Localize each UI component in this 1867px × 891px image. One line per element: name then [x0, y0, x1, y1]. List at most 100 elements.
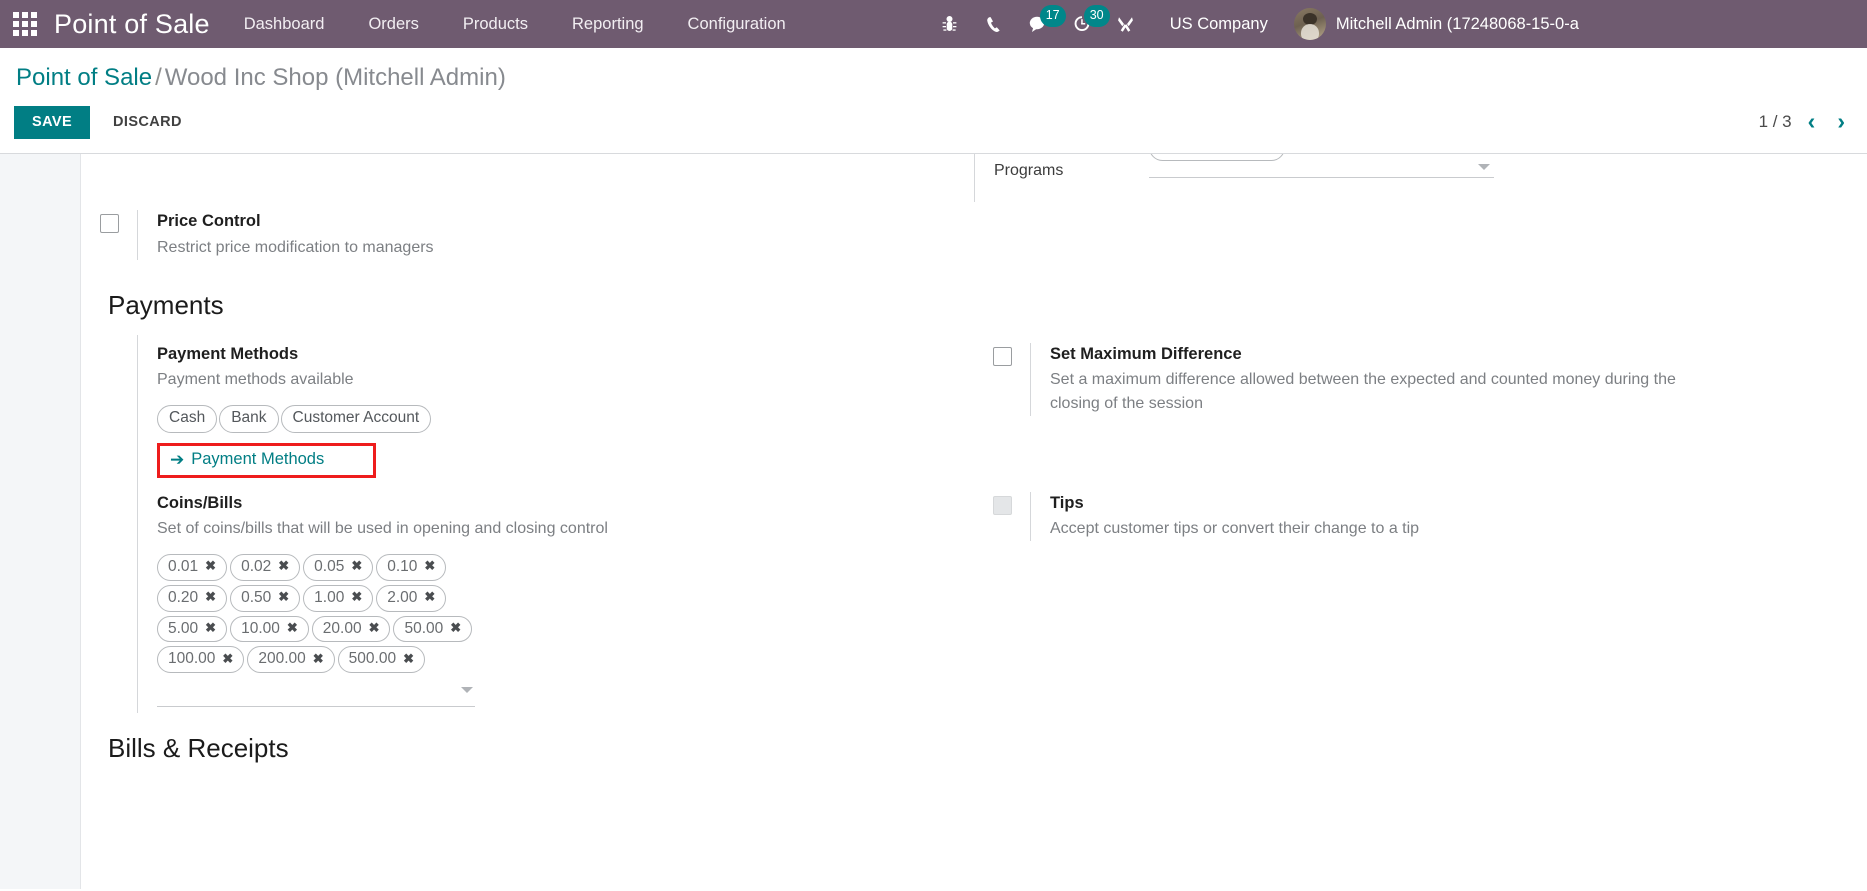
coin-tag[interactable]: 5.00 ✖	[157, 615, 228, 643]
discard-button[interactable]: DISCARD	[96, 106, 199, 140]
close-icon[interactable]: ✖	[424, 589, 435, 605]
payments-row-2: Coins/Bills Set of coins/bills that will…	[81, 483, 1867, 714]
coupon-programs-input[interactable]: 10% Discount ✖	[1149, 154, 1494, 179]
tips-checkbox-cell	[974, 492, 1030, 515]
coin-tag[interactable]: 0.50 ✖	[230, 584, 301, 612]
max-difference-checkbox[interactable]	[992, 346, 1012, 366]
coin-tag[interactable]: 0.02 ✖	[230, 553, 301, 581]
coin-tag[interactable]: 50.00 ✖	[393, 615, 473, 643]
coins-bills-tag-row: 0.01 ✖ 0.02 ✖ 0.05 ✖ 0.10 ✖	[157, 553, 974, 585]
close-icon[interactable]: ✖	[278, 558, 289, 574]
left-gutter	[0, 154, 81, 890]
coin-tag[interactable]: 10.00 ✖	[230, 615, 309, 643]
messages-icon[interactable]: 17	[1016, 0, 1066, 48]
tips-body: Tips Accept customer tips or convert the…	[1030, 491, 1867, 541]
coin-tag[interactable]: 500.00 ✖	[337, 646, 425, 674]
coin-tag-label: 0.20	[168, 588, 199, 606]
close-icon[interactable]: ✖	[403, 651, 414, 667]
menu-item-configuration[interactable]: Configuration	[666, 0, 808, 48]
coin-tag-label: 0.01	[168, 557, 199, 575]
coin-tag[interactable]: 0.10 ✖	[376, 553, 447, 581]
payment-method-tag[interactable]: Bank	[219, 405, 279, 433]
coin-tag[interactable]: 0.05 ✖	[303, 553, 374, 581]
menu-item-dashboard[interactable]: Dashboard	[222, 0, 347, 48]
close-icon[interactable]: ✖	[222, 651, 233, 667]
coin-tag-label: 1.00	[314, 588, 345, 606]
coin-tag[interactable]: 2.00 ✖	[376, 584, 447, 612]
coins-bills-col: Coins/Bills Set of coins/bills that will…	[81, 483, 974, 714]
top-partial-row: Coupon Programs 10% Discount ✖	[81, 154, 1867, 203]
pager-count[interactable]: 1 / 3	[1759, 112, 1792, 132]
coins-bills-title: Coins/Bills	[157, 493, 243, 512]
save-button[interactable]: SAVE	[14, 105, 91, 140]
field-payment-methods: Payment Methods Payment methods availabl…	[137, 334, 974, 484]
price-control-checkbox[interactable]	[99, 214, 119, 234]
user-menu[interactable]: Mitchell Admin (17248068-15-0-a	[1286, 0, 1579, 48]
tips-title: Tips	[1050, 493, 1084, 512]
company-switcher[interactable]: US Company	[1148, 0, 1286, 48]
pager-next-button[interactable]: ›	[1831, 110, 1851, 133]
tips-col: Tips Accept customer tips or convert the…	[974, 484, 1867, 714]
coin-tag[interactable]: 1.00 ✖	[303, 584, 374, 612]
coins-bills-description: Set of coins/bills that will be used in …	[157, 519, 608, 537]
tips-checkbox[interactable]	[992, 495, 1012, 515]
top-left-empty-col	[81, 154, 974, 202]
close-icon[interactable]: ✖	[450, 620, 461, 636]
coin-tag[interactable]: 100.00 ✖	[157, 646, 245, 674]
payment-methods-description: Payment methods available	[157, 371, 354, 389]
close-icon[interactable]: ✖	[205, 620, 216, 636]
menu-item-orders[interactable]: Orders	[346, 0, 440, 48]
price-control-description: Restrict price modification to managers	[157, 238, 434, 256]
close-icon[interactable]: ✖	[351, 558, 362, 574]
price-control-checkbox-cell	[81, 210, 137, 234]
price-control-col: Price Control Restrict price modificatio…	[81, 202, 974, 269]
close-icon[interactable]: ✖	[205, 589, 216, 605]
coins-bills-tags: 0.01 ✖ 0.02 ✖ 0.05 ✖ 0.10 ✖ 0.20 ✖ 0.50 ✖ 1.00 ✖ 2.00…	[157, 553, 974, 677]
coins-bills-input[interactable]	[157, 681, 475, 708]
phone-icon[interactable]	[972, 0, 1016, 48]
close-icon[interactable]: ✖	[313, 651, 324, 667]
close-icon[interactable]: ✖	[278, 589, 289, 605]
menu-item-reporting[interactable]: Reporting	[550, 0, 666, 48]
coin-tag-label: 100.00	[168, 650, 216, 668]
record-action-buttons: SAVE DISCARD	[14, 97, 1853, 154]
close-icon[interactable]: ✖	[351, 589, 362, 605]
activities-clock-icon[interactable]: 30	[1060, 0, 1110, 48]
settings-sheet: Coupon Programs 10% Discount ✖	[81, 154, 1867, 890]
coins-bills-tag-row: 0.20 ✖ 0.50 ✖ 1.00 ✖ 2.00 ✖	[157, 584, 974, 616]
setting-tips: Tips Accept customer tips or convert the…	[974, 484, 1867, 551]
chevron-down-icon[interactable]	[1478, 164, 1490, 171]
close-icon[interactable]: ✖	[287, 620, 298, 636]
payment-methods-internal-link[interactable]: ➔ Payment Methods	[168, 449, 326, 471]
max-difference-title: Set Maximum Difference	[1050, 344, 1242, 363]
arrow-right-icon: ➔	[170, 449, 185, 469]
payment-method-tag[interactable]: Cash	[157, 405, 218, 433]
coin-tag[interactable]: 0.01 ✖	[157, 553, 228, 581]
pager-previous-button[interactable]: ‹	[1802, 110, 1822, 133]
coupon-tag[interactable]: 10% Discount ✖	[1149, 154, 1285, 162]
bug-icon[interactable]	[928, 0, 972, 48]
close-icon[interactable]: ✖	[205, 558, 216, 574]
bills-receipts-section-heading: Bills & Receipts	[108, 733, 289, 764]
close-icon[interactable]: ✖	[424, 558, 435, 574]
max-difference-description: Set a maximum difference allowed between…	[1050, 371, 1676, 413]
close-icon[interactable]: ✖	[369, 620, 380, 636]
coin-tag-label: 200.00	[258, 650, 306, 668]
coin-tag-label: 0.50	[241, 588, 272, 606]
tools-icon[interactable]	[1104, 0, 1148, 48]
chevron-down-icon[interactable]	[461, 687, 473, 694]
breadcrumb-root-link[interactable]: Point of Sale	[16, 64, 152, 91]
coin-tag-label: 0.05	[314, 557, 345, 575]
price-control-row: Price Control Restrict price modificatio…	[81, 202, 1867, 269]
content-area: Coupon Programs 10% Discount ✖	[0, 153, 1867, 890]
breadcrumb: Point of Sale / Wood Inc Shop (Mitchell Ad…	[14, 48, 1853, 97]
menu-item-products[interactable]: Products	[441, 0, 550, 48]
coin-tag[interactable]: 0.20 ✖	[157, 584, 228, 612]
apps-grid-icon[interactable]	[8, 7, 42, 41]
tips-description: Accept customer tips or convert their ch…	[1050, 519, 1420, 537]
payment-method-tag[interactable]: Customer Account	[280, 405, 432, 433]
coin-tag[interactable]: 20.00 ✖	[311, 615, 391, 643]
app-brand-title[interactable]: Point of Sale	[48, 0, 222, 48]
avatar	[1293, 8, 1326, 40]
coin-tag[interactable]: 200.00 ✖	[247, 646, 335, 674]
